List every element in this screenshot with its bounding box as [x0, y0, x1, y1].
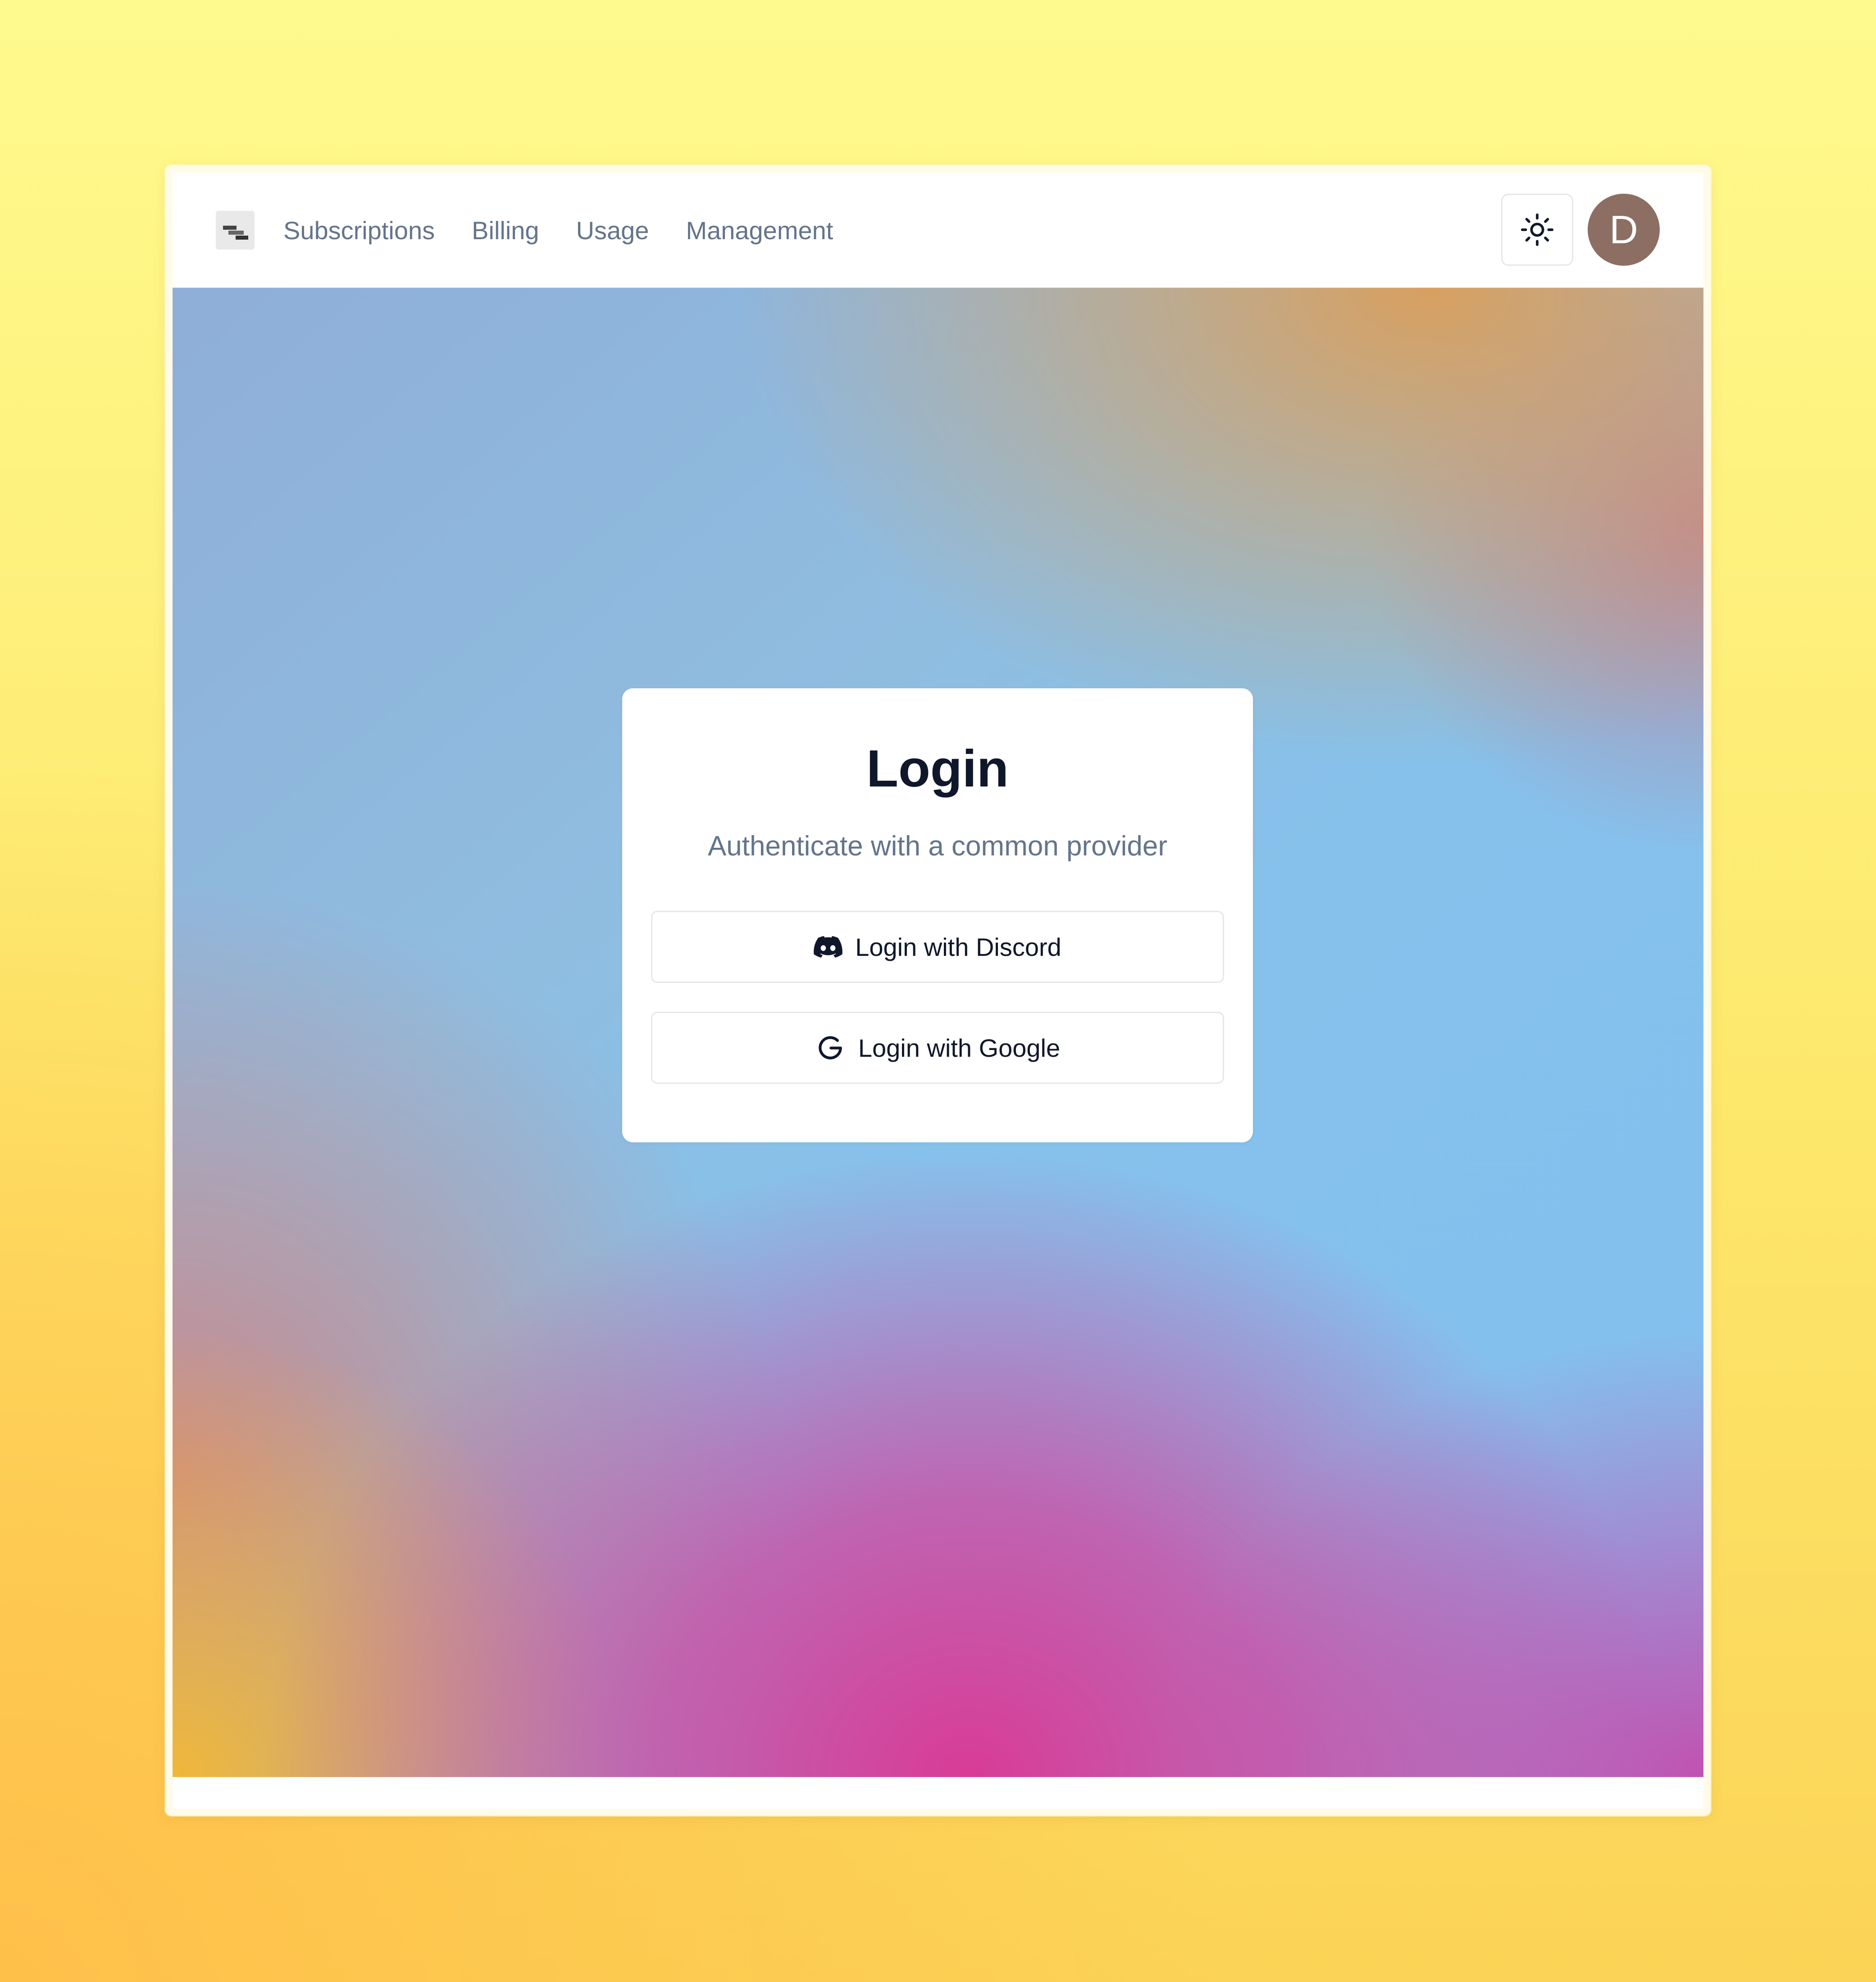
- login-title: Login: [866, 739, 1009, 798]
- logo-stripe: [228, 231, 244, 235]
- sun-icon: [1521, 213, 1554, 246]
- nav-link-billing[interactable]: Billing: [472, 216, 539, 245]
- login-subtitle: Authenticate with a common provider: [707, 831, 1168, 862]
- nav-link-management[interactable]: Management: [686, 216, 833, 245]
- login-with-google-button[interactable]: Login with Google: [651, 1012, 1224, 1084]
- user-avatar[interactable]: D: [1588, 194, 1660, 266]
- browser-frame: Subscriptions Billing Usage Management D…: [165, 165, 1711, 1816]
- theme-toggle-button[interactable]: [1501, 194, 1573, 266]
- nav-link-subscriptions[interactable]: Subscriptions: [283, 216, 435, 245]
- top-navbar: Subscriptions Billing Usage Management D: [173, 173, 1703, 288]
- app-window: Subscriptions Billing Usage Management D…: [173, 173, 1703, 1809]
- logo-stripe: [236, 236, 248, 240]
- google-icon: [815, 1032, 846, 1063]
- discord-button-label: Login with Discord: [855, 932, 1061, 961]
- login-card: Login Authenticate with a common provide…: [622, 688, 1253, 1142]
- login-with-discord-button[interactable]: Login with Discord: [651, 911, 1224, 983]
- app-logo[interactable]: [216, 211, 255, 250]
- nav-link-usage[interactable]: Usage: [576, 216, 649, 245]
- gradient-background: Login Authenticate with a common provide…: [173, 288, 1703, 1777]
- logo-stripe: [223, 226, 237, 230]
- discord-icon: [814, 936, 843, 958]
- google-button-label: Login with Google: [858, 1033, 1061, 1062]
- nav-links: Subscriptions Billing Usage Management: [283, 173, 833, 288]
